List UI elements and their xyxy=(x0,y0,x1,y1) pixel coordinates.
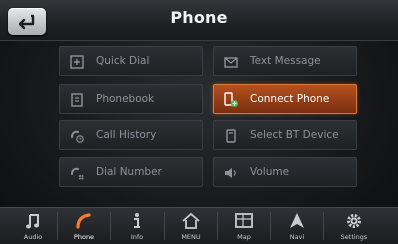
volume-icon xyxy=(225,168,236,178)
nav-divider xyxy=(217,212,218,240)
dial-number-icon xyxy=(71,167,84,180)
nav-menu[interactable]: MENU xyxy=(169,208,213,244)
nav-divider xyxy=(57,212,58,240)
menu-dial-number[interactable]: Dial Number xyxy=(59,157,203,187)
phone-screen: Phone Quick Dial Text Message Phonebook xyxy=(0,0,398,244)
nav-audio[interactable]: Audio xyxy=(11,208,55,244)
nav-label: Settings xyxy=(340,233,368,241)
nav-map[interactable]: Map xyxy=(222,208,266,244)
phonebook-icon xyxy=(71,93,83,107)
nav-divider xyxy=(323,212,324,240)
nav-label: Audio xyxy=(23,233,43,241)
page-title: Phone xyxy=(170,8,228,27)
phone-icon xyxy=(76,213,91,229)
nav-label: MENU xyxy=(181,233,201,241)
menu-label: Connect Phone xyxy=(250,93,330,105)
menu-label: Volume xyxy=(250,166,290,178)
nav-settings[interactable]: Settings xyxy=(332,208,376,244)
map-icon xyxy=(235,213,253,228)
nav-divider xyxy=(270,212,271,240)
menu-label: Text Message xyxy=(250,55,321,67)
nav-navi[interactable]: Navi xyxy=(275,208,319,244)
bottom-nav-bar: Audio Phone Info MENU Map Navi Settings xyxy=(0,207,398,244)
connect-phone-icon xyxy=(224,92,238,107)
music-note-icon xyxy=(26,214,39,229)
nav-label: Navi xyxy=(289,233,305,241)
nav-divider xyxy=(164,212,165,240)
nav-phone[interactable]: Phone xyxy=(62,208,106,244)
menu-label: Select BT Device xyxy=(250,129,339,141)
menu-quick-dial[interactable]: Quick Dial xyxy=(59,46,203,76)
menu-phonebook[interactable]: Phonebook xyxy=(59,84,203,114)
quick-dial-icon xyxy=(70,55,84,69)
menu-connect-phone[interactable]: Connect Phone xyxy=(213,84,357,114)
info-icon xyxy=(134,213,140,228)
nav-label: Phone xyxy=(73,233,95,241)
navigation-arrow-icon xyxy=(290,213,304,228)
menu-label: Dial Number xyxy=(96,166,162,178)
gear-icon xyxy=(347,214,361,228)
menu-label: Quick Dial xyxy=(96,55,150,67)
nav-label: Info xyxy=(130,233,144,241)
bluetooth-device-icon xyxy=(226,129,236,143)
nav-divider xyxy=(110,212,111,240)
home-icon xyxy=(182,212,200,229)
menu-call-history[interactable]: Call History xyxy=(59,120,203,150)
nav-label: Map xyxy=(237,233,251,241)
menu-volume[interactable]: Volume xyxy=(213,157,357,187)
phone-menu-grid: Quick Dial Text Message Phonebook Connec… xyxy=(59,46,357,190)
nav-info[interactable]: Info xyxy=(115,208,159,244)
menu-label: Phonebook xyxy=(96,93,155,105)
header-bar: Phone xyxy=(0,0,398,41)
menu-select-bt-device[interactable]: Select BT Device xyxy=(213,120,357,150)
call-history-icon xyxy=(71,130,84,143)
text-message-icon xyxy=(224,57,238,68)
menu-text-message[interactable]: Text Message xyxy=(213,46,357,76)
menu-label: Call History xyxy=(96,129,157,141)
